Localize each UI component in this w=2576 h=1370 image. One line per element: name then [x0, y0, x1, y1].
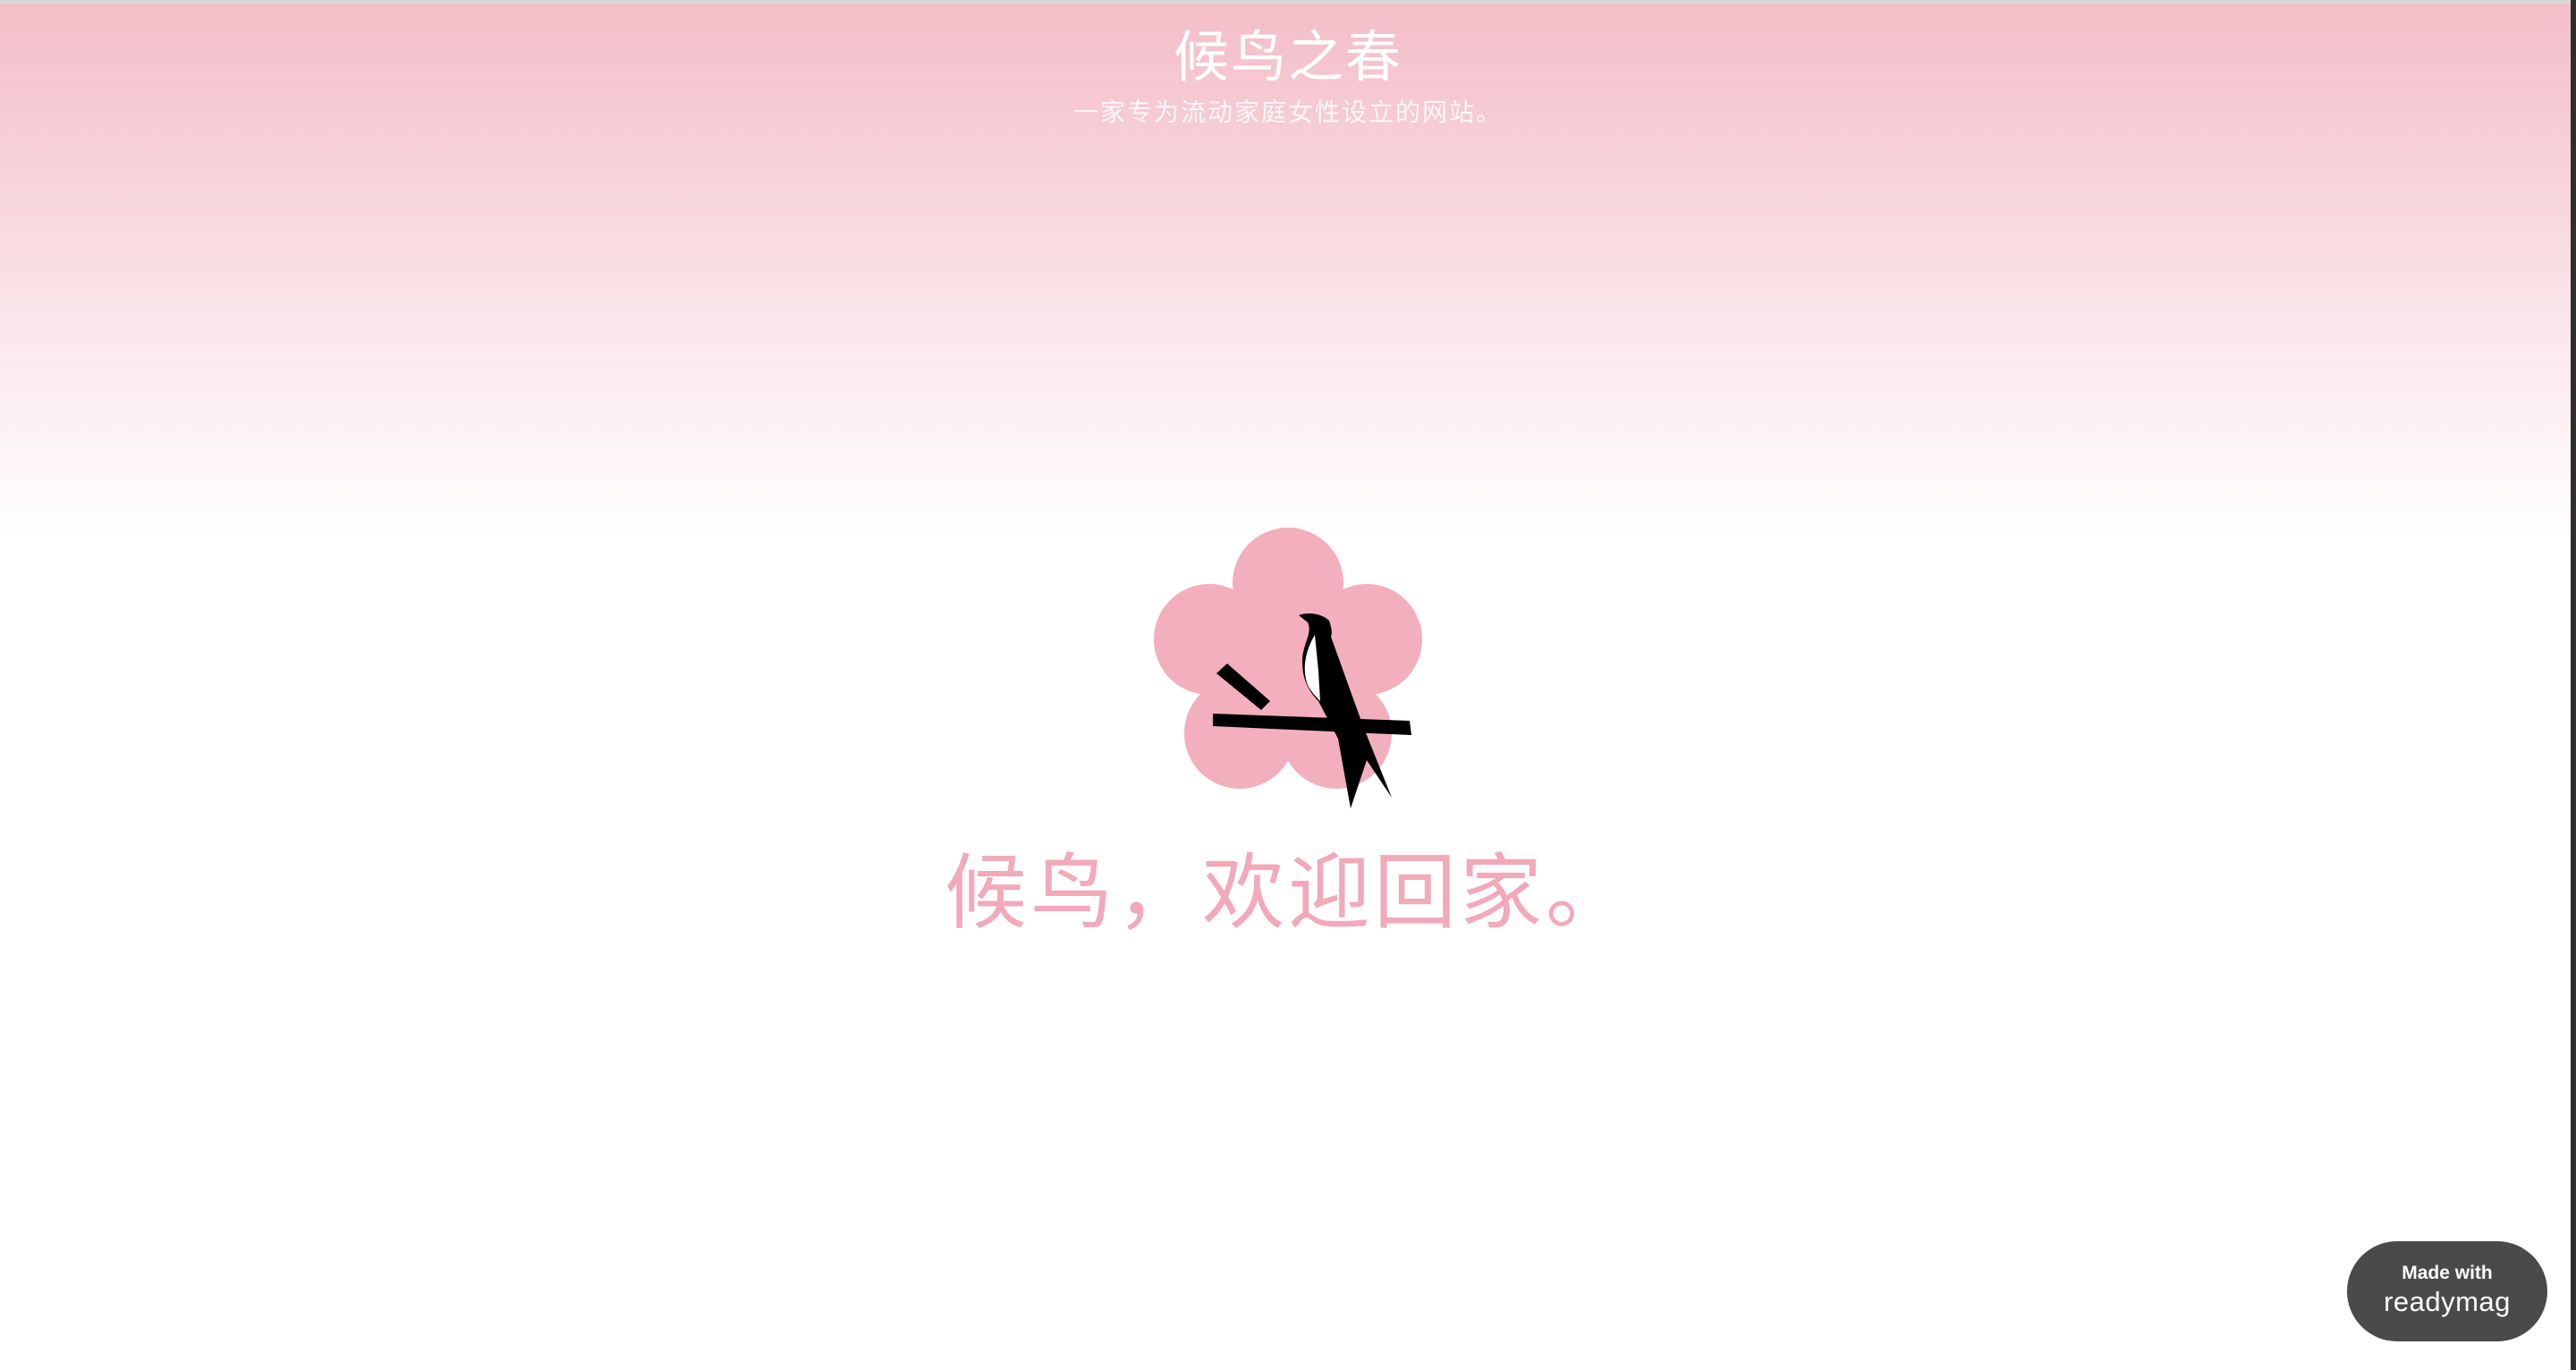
- badge-brand-logo: readymag: [2384, 1286, 2511, 1317]
- landing-page: 候鸟之春 一家专为流动家庭女性设立的网站。 候鸟，欢迎回家。 Made with…: [0, 0, 2576, 1370]
- made-with-readymag-badge[interactable]: Made with readymag: [2347, 1241, 2547, 1341]
- site-subtitle: 一家专为流动家庭女性设立的网站。: [1072, 97, 1503, 127]
- welcome-heading: 候鸟，欢迎回家。: [944, 845, 1631, 941]
- plum-blossom-swallow-icon: [1154, 528, 1422, 808]
- badge-caption: Made with: [2402, 1263, 2493, 1283]
- plum-blossom-shape: [1154, 528, 1422, 789]
- site-title: 候鸟之春: [1173, 24, 1402, 89]
- window-edge: [2571, 0, 2576, 1370]
